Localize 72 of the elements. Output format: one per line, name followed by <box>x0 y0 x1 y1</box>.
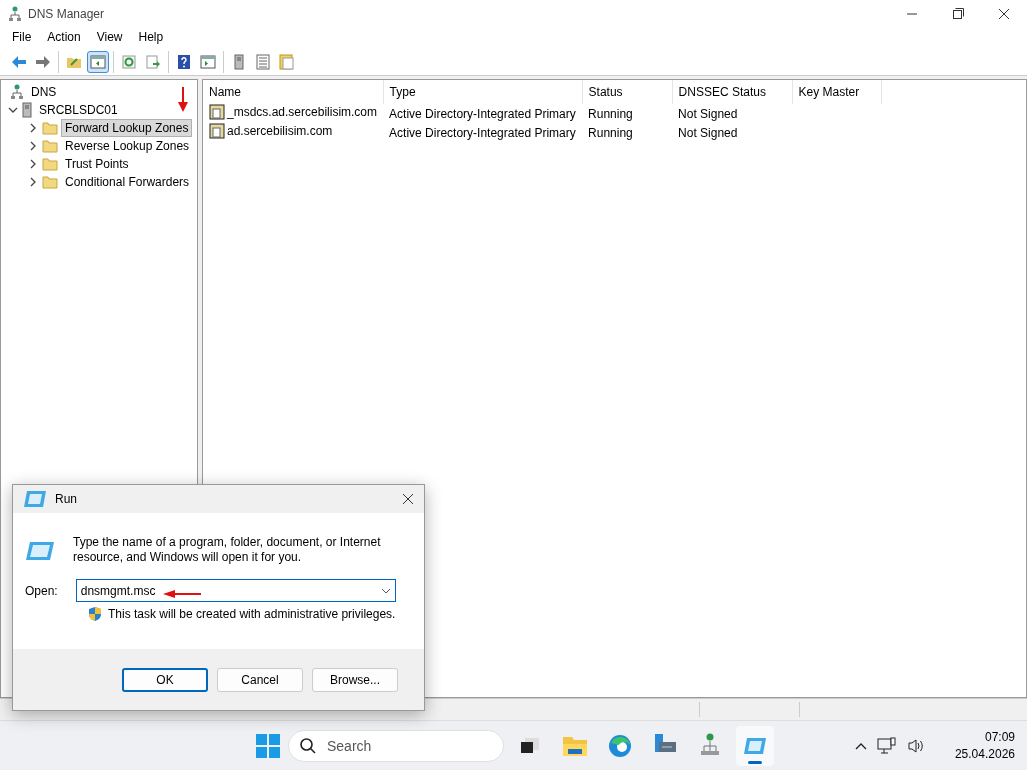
tree-item[interactable]: Reverse Lookup Zones <box>61 137 194 155</box>
menu-item[interactable]: Action <box>39 28 89 48</box>
server-icon <box>22 102 32 118</box>
pane-icon <box>90 54 106 69</box>
table-cell: Running <box>588 125 633 140</box>
search-icon <box>299 737 317 755</box>
pane-icon <box>200 54 216 69</box>
start-icon[interactable] <box>255 733 281 759</box>
table-cell: Not Signed <box>678 106 738 121</box>
forward-arrow-icon <box>35 54 51 69</box>
tree-item[interactable]: Conditional Forwarders <box>61 173 194 191</box>
column-header[interactable]: Key Master <box>792 80 882 104</box>
folder-icon <box>42 121 58 135</box>
export-list-icon <box>145 54 161 69</box>
column-header[interactable]: Status <box>582 80 673 104</box>
folder-icon <box>562 735 588 757</box>
chevron-up-icon[interactable] <box>854 741 867 750</box>
annotation-arrow-icon <box>163 589 201 599</box>
refresh-icon <box>121 54 137 69</box>
field-value: dnsmgmt.msc <box>80 583 156 598</box>
table-cell: _msdcs.ad.sercebilisim.com <box>227 105 378 119</box>
close-button[interactable] <box>402 493 414 505</box>
properties-icon <box>279 53 295 70</box>
run-icon <box>23 490 47 508</box>
open-label: Open: <box>25 583 58 598</box>
table-cell: Not Signed <box>678 125 738 140</box>
dialog-title: Run <box>55 492 77 506</box>
tree-item[interactable]: Trust Points <box>61 155 133 173</box>
dialog-message: Type the name of a program, folder, document, or Internet resource, and Windows will open it for you. <box>73 535 382 565</box>
column-header[interactable]: Type <box>383 80 583 104</box>
task-view-icon <box>519 737 541 755</box>
zone-file-icon <box>209 123 225 139</box>
privilege-note: This task will be created with administrative privileges. <box>108 607 396 621</box>
dialog-button[interactable]: Browse... <box>312 667 398 692</box>
folder-icon <box>42 157 58 171</box>
network-icon <box>8 6 22 22</box>
search-placeholder: Search <box>327 738 372 754</box>
folder-icon <box>42 139 58 153</box>
dropdown-caret-icon[interactable] <box>380 587 391 594</box>
dialog-button[interactable]: OK <box>122 667 208 692</box>
table-cell: ad.sercebilisim.com <box>227 124 333 138</box>
clock-date[interactable]: 25.04.2026 <box>954 745 1015 763</box>
network-icon <box>10 84 24 100</box>
search-field[interactable]: Search <box>288 730 504 762</box>
tree-item[interactable]: SRCBLSDC01 <box>35 101 122 119</box>
zone-file-icon <box>209 104 225 120</box>
tree-item[interactable]: DNS <box>27 83 61 101</box>
toolbar-button[interactable] <box>87 50 109 73</box>
dialog-button[interactable]: Cancel <box>217 667 303 692</box>
window-title: DNS Manager <box>28 7 105 21</box>
browser-icon <box>608 734 632 758</box>
table-cell: Running <box>588 106 633 121</box>
folder-icon <box>42 175 58 189</box>
table-cell: Active Directory-Integrated Primary <box>389 125 576 140</box>
tree-item[interactable]: Forward Lookup Zones <box>61 119 193 137</box>
network-icon[interactable] <box>876 736 897 755</box>
speaker-icon[interactable] <box>906 737 925 754</box>
annotation-arrow-icon <box>177 87 189 113</box>
column-header[interactable]: DNSSEC Status <box>672 80 793 104</box>
shield-icon <box>88 606 102 622</box>
table-cell: Active Directory-Integrated Primary <box>389 106 576 121</box>
open-field[interactable]: dnsmgmt.msc <box>75 579 396 602</box>
menu-item[interactable]: Help <box>130 28 172 48</box>
run-icon <box>25 541 55 561</box>
server-icon <box>234 53 244 70</box>
clock-time[interactable]: 07:09 <box>984 728 1015 746</box>
menu-item[interactable]: File <box>4 28 40 48</box>
back-arrow-icon <box>11 54 27 69</box>
run-icon <box>743 737 767 755</box>
list-icon <box>256 53 270 70</box>
help-icon <box>177 53 191 70</box>
menu-item[interactable]: View <box>88 28 131 48</box>
